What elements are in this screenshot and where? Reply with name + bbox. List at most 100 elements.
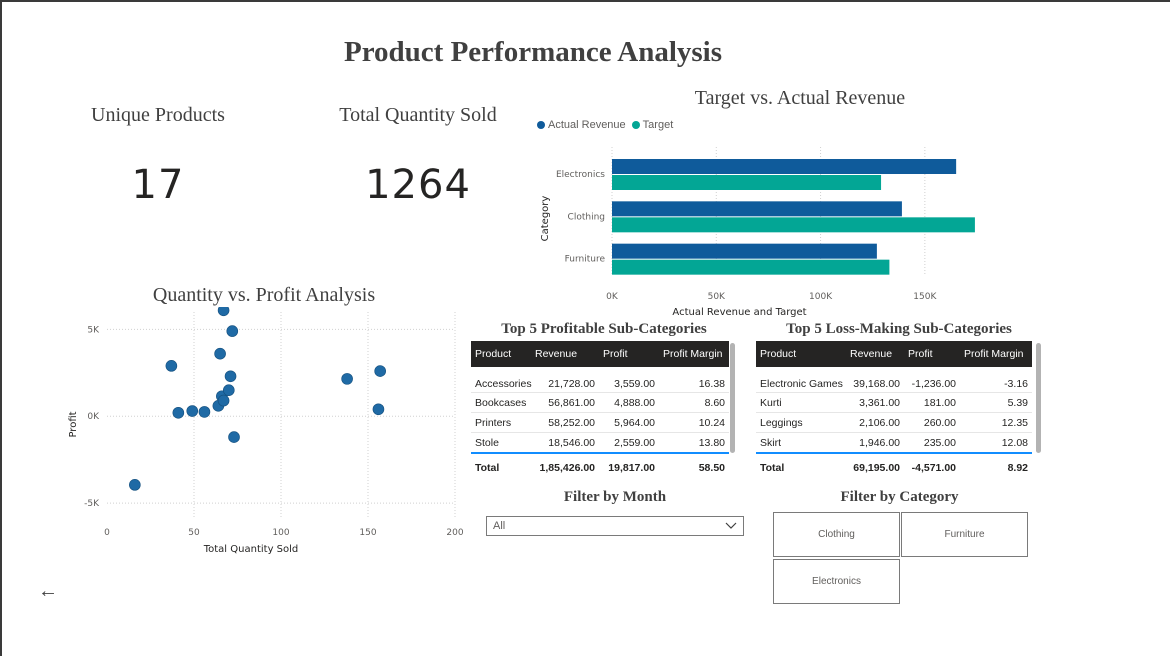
total-cell: 58.50 — [659, 452, 729, 479]
scatter-point[interactable] — [217, 307, 230, 317]
table-row[interactable]: Skirt 1,946.00 235.00 12.08 — [756, 432, 1032, 454]
y-tick-label: 5K — [87, 325, 100, 335]
bar-actual-revenue[interactable] — [612, 243, 877, 259]
total-cell: 69,195.00 — [846, 452, 904, 479]
scatter-chart[interactable]: 0 50 100 150 200 -5K 0K 5K Total Quantity Sold Pr… — [62, 307, 472, 562]
table-cell: 16.38 — [659, 367, 729, 393]
profitable-table-container: Product Revenue Profit Profit Margin Acc… — [471, 341, 729, 479]
table-cell: -1,236.00 — [904, 367, 960, 393]
page-title: Product Performance Analysis — [343, 36, 723, 68]
table-cell: 3,361.00 — [846, 392, 904, 413]
back-arrow-icon[interactable]: ← — [38, 580, 58, 603]
table-cell: 18,546.00 — [531, 432, 599, 454]
scatter-point[interactable] — [226, 325, 239, 337]
chevron-down-icon — [725, 522, 737, 529]
legend-dot-actual — [537, 121, 545, 129]
category-tile-furniture[interactable]: Furniture — [901, 512, 1028, 557]
x-tick-label: 100K — [809, 292, 833, 302]
table-cell: 181.00 — [904, 392, 960, 413]
scatter-point[interactable] — [228, 431, 240, 443]
table-cell: 8.60 — [659, 392, 729, 413]
legend-label-actual: Actual Revenue — [548, 119, 626, 131]
total-cell: Total — [756, 452, 846, 479]
bar-target[interactable] — [612, 217, 975, 233]
x-axis-title: Actual Revenue and Target — [672, 307, 806, 318]
scatter-point[interactable] — [129, 479, 141, 491]
col-header-profit-margin[interactable]: Profit Margin — [960, 341, 1032, 367]
legend-label-target: Target — [642, 119, 674, 131]
table-cell: 1,946.00 — [846, 432, 904, 454]
scatter-point[interactable] — [223, 384, 235, 396]
scatter-point[interactable] — [214, 347, 226, 360]
legend-item-actual[interactable]: Actual Revenue — [537, 119, 626, 131]
table-cell: 21,728.00 — [531, 367, 599, 393]
scatter-point[interactable] — [186, 405, 199, 417]
category-tile-clothing[interactable]: Clothing — [773, 512, 900, 557]
scatter-point[interactable] — [374, 365, 386, 377]
table-cell: 5,964.00 — [599, 412, 659, 433]
table-cell: 12.08 — [960, 432, 1032, 454]
legend-dot-target — [631, 121, 640, 129]
table-total-row: Total 69,195.00 -4,571.00 8.92 — [756, 452, 1032, 479]
table-row[interactable]: Printers 58,252.00 5,964.00 10.24 — [471, 412, 729, 433]
table-cell: 2,559.00 — [599, 432, 659, 454]
y-tick-label: -5K — [84, 499, 100, 509]
total-cell: Total — [471, 452, 531, 479]
table-cell: Kurti — [756, 392, 846, 413]
scatter-point[interactable] — [341, 373, 353, 385]
table-cell: 39,168.00 — [846, 367, 904, 393]
x-axis-title: Total Quantity Sold — [203, 544, 299, 555]
scatter-point[interactable] — [165, 360, 178, 372]
category-tile-electronics[interactable]: Electronics — [773, 559, 900, 604]
x-tick-label: 200 — [446, 528, 463, 538]
table-row[interactable]: Bookcases 56,861.00 4,888.00 8.60 — [471, 392, 729, 413]
scatter-point[interactable] — [217, 394, 230, 407]
table-row[interactable]: Stole 18,546.00 2,559.00 13.80 — [471, 432, 729, 454]
table-row[interactable]: Accessories 21,728.00 3,559.00 16.38 — [471, 367, 729, 393]
loss-table-container: Product Revenue Profit Profit Margin Ele… — [756, 341, 1032, 479]
y-axis-title: Profit — [68, 411, 79, 437]
profitable-table-scrollbar[interactable] — [730, 343, 735, 453]
table-cell: 2,106.00 — [846, 412, 904, 433]
col-header-product[interactable]: Product — [756, 341, 846, 367]
table-cell: 4,888.00 — [599, 392, 659, 413]
table-row[interactable]: Leggings 2,106.00 260.00 12.35 — [756, 412, 1032, 433]
col-header-revenue[interactable]: Revenue — [846, 341, 904, 367]
table-cell: Skirt — [756, 432, 846, 454]
col-header-product[interactable]: Product — [471, 341, 531, 367]
bar-actual-revenue[interactable] — [612, 201, 902, 217]
legend-item-target[interactable]: Target — [631, 119, 674, 131]
x-tick-label: 50 — [188, 528, 200, 538]
bar-target[interactable] — [612, 175, 882, 190]
col-header-profit[interactable]: Profit — [599, 341, 659, 367]
y-tick-label: 0K — [87, 412, 100, 422]
table-row[interactable]: Electronic Games 39,168.00 -1,236.00 -3.16 — [756, 367, 1032, 393]
col-header-profit[interactable]: Profit — [904, 341, 960, 367]
total-cell: 1,85,426.00 — [531, 452, 599, 479]
table-cell: Bookcases — [471, 392, 531, 413]
table-row[interactable]: Kurti 3,361.00 181.00 5.39 — [756, 392, 1032, 413]
table-cell: Accessories — [471, 367, 532, 393]
scatter-point[interactable] — [198, 406, 211, 418]
total-cell: -4,571.00 — [904, 452, 960, 479]
y-tick-label: Clothing — [568, 212, 605, 222]
category-filter-title: Filter by Category — [840, 489, 959, 505]
y-tick-label: Electronics — [556, 170, 605, 180]
total-cell: 19,817.00 — [599, 452, 659, 479]
scatter-point[interactable] — [172, 406, 185, 419]
table-cell: 12.35 — [960, 412, 1032, 433]
loss-table-scrollbar[interactable] — [1036, 343, 1041, 453]
col-header-profit-margin[interactable]: Profit Margin — [659, 341, 729, 367]
scatter-point[interactable] — [372, 403, 385, 416]
bar-actual-revenue[interactable] — [612, 159, 957, 174]
x-tick-label: 150 — [359, 528, 376, 538]
x-tick-label: 100 — [272, 528, 289, 538]
bar-chart[interactable]: 0K 50K 100K 150K Electronics Clothing Furnitur… — [532, 137, 1032, 322]
table-cell: 10.24 — [659, 412, 729, 433]
month-filter-dropdown[interactable]: All — [486, 516, 744, 536]
scatter-point[interactable] — [224, 370, 237, 383]
x-tick-label: 150K — [913, 292, 937, 302]
table-total-row: Total 1,85,426.00 19,817.00 58.50 — [471, 452, 729, 479]
col-header-revenue[interactable]: Revenue — [531, 341, 599, 367]
bar-target[interactable] — [612, 259, 890, 275]
